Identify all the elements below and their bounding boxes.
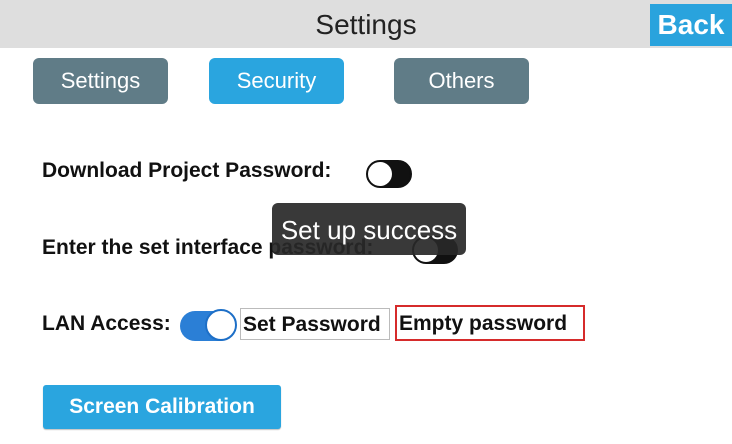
lan-access-label: LAN Access: [42, 312, 171, 335]
back-button[interactable]: Back [650, 4, 732, 46]
toggle-knob [368, 162, 392, 186]
set-password-button[interactable]: Set Password [240, 308, 390, 340]
tab-settings[interactable]: Settings [33, 58, 168, 104]
toggle-knob [205, 309, 237, 341]
tab-security[interactable]: Security [209, 58, 344, 104]
download-password-toggle[interactable] [366, 160, 412, 188]
screen-calibration-button[interactable]: Screen Calibration [43, 385, 281, 429]
empty-password-button[interactable]: Empty password [395, 305, 585, 341]
toast-message: Set up success [272, 203, 466, 255]
download-password-label: Download Project Password: [42, 159, 332, 182]
title-bar: Settings Back [0, 0, 732, 48]
tab-others[interactable]: Others [394, 58, 529, 104]
lan-access-toggle[interactable] [180, 309, 237, 341]
page-title: Settings [315, 9, 417, 40]
